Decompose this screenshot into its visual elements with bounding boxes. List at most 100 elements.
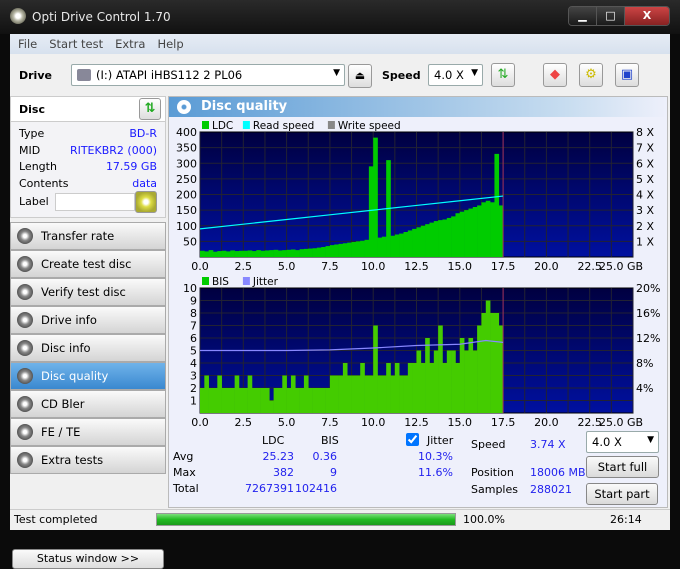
test-speed-value: 4.0 X (592, 435, 622, 449)
drive-value: (I:) ATAPI iHBS112 2 PL06 (96, 68, 243, 82)
ldc-bar (295, 250, 300, 257)
disc-icon (17, 368, 33, 384)
bis-bar (485, 300, 491, 413)
y2-tick-label: 12% (636, 332, 660, 345)
bis-bar (286, 388, 292, 413)
bis-bar (347, 375, 352, 413)
ldc-bar (364, 239, 370, 257)
ldc-bar (446, 217, 452, 257)
bis-bar (251, 388, 257, 413)
x-tick-label: 20.0 (534, 260, 559, 273)
bis-bar (407, 363, 413, 413)
nav-verify-test-disc[interactable]: Verify test disc (10, 278, 166, 306)
bis-bar (355, 375, 361, 413)
y2-tick-label: 2 X (636, 220, 654, 233)
ldc-bar (321, 247, 326, 257)
ldc-bar (494, 153, 500, 257)
disc-refresh-button[interactable]: ⇅ (139, 98, 161, 120)
bis-bar (273, 388, 279, 413)
nav-label: Extra tests (41, 453, 104, 467)
y-tick-label: 250 (176, 173, 197, 186)
ldc-bar (234, 251, 240, 257)
disc-icon[interactable] (135, 191, 157, 214)
position-label: Position (471, 466, 514, 479)
legend-swatch (202, 121, 209, 129)
menu-start-test[interactable]: Start test (49, 37, 103, 51)
ldc-bar (451, 216, 456, 257)
x-tick-label: 5.0 (278, 260, 296, 273)
nav-disc-info[interactable]: Disc info (10, 334, 166, 362)
bis-bar (403, 375, 409, 413)
nav-drive-info[interactable]: Drive info (10, 306, 166, 334)
row-key: Type (19, 127, 45, 140)
start-full-button[interactable]: Start full (586, 456, 659, 478)
bis-bar (247, 375, 253, 413)
ldc-bar (381, 236, 387, 257)
bis-bar (455, 363, 461, 413)
bis-bar (295, 388, 300, 413)
start-part-button[interactable]: Start part (586, 483, 658, 505)
bis-bar (204, 375, 209, 413)
ldc-bar (472, 207, 478, 257)
maximize-button[interactable]: □ (597, 7, 625, 25)
drive-select[interactable]: (I:) ATAPI iHBS112 2 PL06 ▼ (71, 64, 345, 86)
bis-bar (334, 375, 339, 413)
menu-extra[interactable]: Extra (115, 37, 145, 51)
nav-transfer-rate[interactable]: Transfer rate (10, 222, 166, 250)
bis-bar (260, 388, 266, 413)
progress-fill (157, 514, 455, 525)
menu-help[interactable]: Help (157, 37, 183, 51)
status-bar: Test completed 100.0% 26:14 (10, 509, 670, 529)
jitter-checkbox[interactable] (406, 433, 419, 446)
ldc-bar (420, 225, 426, 257)
test-speed-select[interactable]: 4.0 X ▼ (586, 431, 659, 453)
y-tick-label: 100 (176, 220, 197, 233)
close-button[interactable]: X (625, 7, 669, 25)
stat-ldc: 25.23 (262, 450, 295, 463)
refresh-button[interactable]: ⇅ (491, 63, 515, 87)
ldc-bar (256, 250, 261, 257)
eject-button[interactable]: ⏏ (348, 64, 372, 88)
bis-bar (394, 363, 400, 413)
ldc-bar (238, 250, 244, 257)
disc-row: MID RITEKBR2 (000) (19, 143, 157, 160)
nav-cd-bler[interactable]: CD Bler (10, 390, 166, 418)
speed-label: Speed (382, 69, 421, 82)
speed-select[interactable]: 4.0 X ▼ (428, 64, 483, 86)
menu-file[interactable]: File (18, 37, 37, 51)
label-label: Label (19, 195, 49, 209)
ldc-bar (485, 200, 491, 257)
menu-bar: File Start test Extra Help (10, 34, 670, 54)
bis-bar (282, 375, 287, 413)
bis-bar (429, 363, 435, 413)
x-tick-label: 15.0 (448, 416, 473, 427)
y2-tick-label: 16% (636, 307, 660, 320)
save-icon[interactable]: ▣ (615, 63, 639, 87)
bis-bar (472, 350, 478, 413)
disc-icon (17, 228, 33, 244)
ldc-bar (477, 205, 482, 257)
ldc-bar (282, 250, 287, 257)
ldc-bar (334, 244, 339, 257)
eraser-icon[interactable]: ◆ (543, 63, 567, 87)
ldc-bar (412, 228, 417, 257)
nav-extra-tests[interactable]: Extra tests (10, 446, 166, 474)
settings-icon[interactable]: ⚙ (579, 63, 603, 87)
ldc-bar (243, 250, 248, 257)
ldc-bar (360, 240, 365, 257)
ldc-bar (390, 235, 396, 257)
y2-tick-label: 8 X (636, 126, 654, 139)
label-input[interactable] (54, 193, 135, 212)
y2-tick-label: 4 X (636, 189, 654, 202)
nav-create-test-disc[interactable]: Create test disc (10, 250, 166, 278)
minimize-button[interactable]: ▁ (569, 7, 597, 25)
legend-swatch (242, 121, 250, 129)
x-tick-label: 0.0 (191, 416, 209, 427)
status-window-button[interactable]: Status window >> (12, 549, 164, 569)
bis-bar (342, 363, 348, 413)
bis-bar (264, 388, 270, 413)
nav-fe-te[interactable]: FE / TE (10, 418, 166, 446)
y-tick-label: 300 (176, 157, 197, 170)
ldc-bar (212, 251, 218, 257)
nav-disc-quality[interactable]: Disc quality (10, 362, 166, 390)
